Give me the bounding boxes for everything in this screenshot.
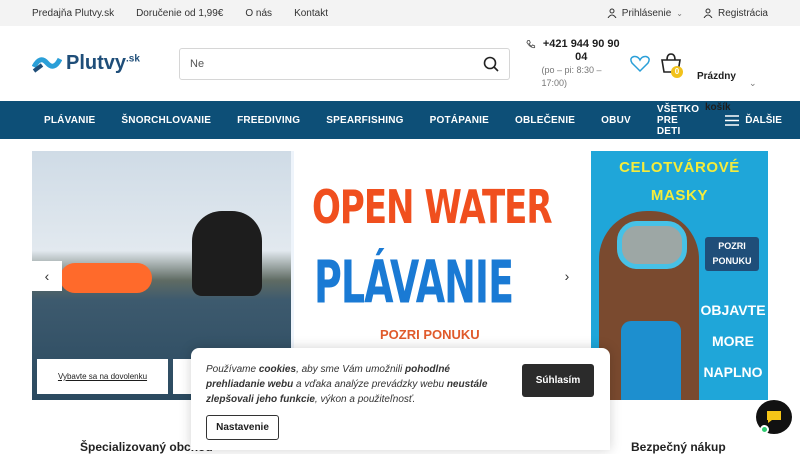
chat-icon bbox=[767, 411, 781, 423]
side-cta[interactable]: POZRI PONUKU bbox=[705, 237, 759, 271]
cart-count-badge: 0 bbox=[671, 66, 683, 78]
nav-item-snorchlovanie[interactable]: ŠNORCHLOVANIE bbox=[121, 115, 211, 126]
search-input[interactable]: Ne bbox=[179, 47, 510, 80]
online-status-dot bbox=[760, 425, 769, 434]
header: Plutvy.sk Ne +421 944 90 90 04 (po – pi:… bbox=[0, 26, 800, 113]
side-text-1: OBJAVTE bbox=[700, 302, 766, 318]
cart-label-line2: košík bbox=[705, 102, 731, 113]
heart-icon[interactable] bbox=[630, 55, 650, 73]
cart-label-line1: Prázdny bbox=[697, 71, 736, 82]
banner-link-dovolenka[interactable]: Vybavte sa na dovolenku bbox=[37, 359, 168, 394]
nav-item-deti[interactable]: VŠETKO PRE DETI bbox=[657, 104, 699, 137]
promo-title-2: PLÁVANIE bbox=[314, 248, 514, 317]
nav-more-label: ĎALŠIE bbox=[745, 114, 782, 126]
nav-item-potapanie[interactable]: POTÁPANIE bbox=[430, 115, 489, 126]
search-placeholder: Ne bbox=[190, 57, 205, 70]
top-bar: Predajňa Plutvy.sk Doručenie od 1,99€ O … bbox=[0, 0, 800, 26]
logo-icon bbox=[32, 56, 62, 73]
nav-item-spearfishing[interactable]: SPEARFISHING bbox=[326, 115, 403, 126]
cookie-accept-button[interactable]: Súhlasím bbox=[522, 364, 594, 397]
promo-title-1: OPEN WATER bbox=[312, 181, 553, 235]
carousel-prev-button[interactable]: ‹ bbox=[32, 261, 62, 291]
cart-label[interactable]: Prázdny košík bbox=[697, 61, 736, 123]
cart-button[interactable]: 0 bbox=[660, 53, 683, 80]
side-title-2: MASKY bbox=[650, 187, 709, 204]
nav-item-oblecenie[interactable]: OBLEČENIE bbox=[515, 115, 575, 126]
side-title-1: CELOTVÁROVÉ bbox=[619, 159, 740, 176]
register-label: Registrácia bbox=[717, 7, 768, 19]
main-nav: PLÁVANIE ŠNORCHLOVANIE FREEDIVING SPEARF… bbox=[0, 101, 800, 139]
chevron-left-icon: ‹ bbox=[44, 268, 50, 284]
user-icon bbox=[703, 8, 713, 18]
mask-shape bbox=[617, 221, 687, 269]
carousel-next-button[interactable]: › bbox=[552, 261, 582, 291]
user-icon bbox=[607, 8, 617, 18]
child-photo bbox=[599, 211, 699, 400]
phone-block[interactable]: +421 944 90 90 04 (po – pi: 8:30 – 17:00… bbox=[526, 38, 621, 90]
buoy-shape bbox=[60, 263, 152, 293]
cookie-settings-button[interactable]: Nastavenie bbox=[206, 415, 279, 440]
side-text-2: MORE bbox=[712, 333, 754, 349]
chevron-down-icon: ⌄ bbox=[676, 8, 683, 18]
topbar-link-store[interactable]: Predajňa Plutvy.sk bbox=[32, 8, 114, 19]
cookie-text: Používame cookies, aby sme Vám umožnili … bbox=[206, 364, 488, 405]
side-banner[interactable]: CELOTVÁROVÉ MASKY POZRI PONUKU OBJAVTE MO… bbox=[591, 151, 768, 400]
search-icon[interactable] bbox=[483, 56, 499, 72]
feature-safe-purchase: Bezpečný nákup bbox=[631, 440, 726, 454]
cookie-banner: Používame cookies, aby sme Vám umožnili … bbox=[191, 348, 610, 450]
chat-button[interactable] bbox=[756, 400, 792, 434]
topbar-link-about[interactable]: O nás bbox=[245, 8, 272, 19]
logo[interactable]: Plutvy.sk bbox=[32, 52, 179, 75]
nav-item-obuv[interactable]: OBUV bbox=[601, 115, 631, 126]
login-link[interactable]: Prihlásenie ⌄ bbox=[607, 8, 683, 19]
logo-text: Plutvy.sk bbox=[66, 52, 140, 74]
phone-number: +421 944 90 90 04 bbox=[542, 37, 620, 63]
chevron-right-icon: › bbox=[564, 268, 570, 284]
promo-cta[interactable]: POZRI PONUKU bbox=[380, 327, 480, 342]
swimmer-shape bbox=[192, 211, 262, 296]
nav-item-plavanie[interactable]: PLÁVANIE bbox=[44, 115, 95, 126]
swimsuit-shape bbox=[621, 321, 681, 400]
topbar-link-contact[interactable]: Kontakt bbox=[294, 8, 328, 19]
chevron-down-icon[interactable]: ⌄ bbox=[749, 78, 757, 89]
side-text-3: NAPLNO bbox=[703, 364, 763, 380]
register-link[interactable]: Registrácia bbox=[703, 8, 768, 19]
nav-item-freediving[interactable]: FREEDIVING bbox=[237, 115, 300, 126]
phone-icon bbox=[526, 39, 536, 48]
opening-hours: (po – pi: 8:30 – 17:00) bbox=[541, 64, 602, 88]
topbar-link-delivery[interactable]: Doručenie od 1,99€ bbox=[136, 8, 223, 19]
login-label: Prihlásenie bbox=[621, 7, 672, 19]
